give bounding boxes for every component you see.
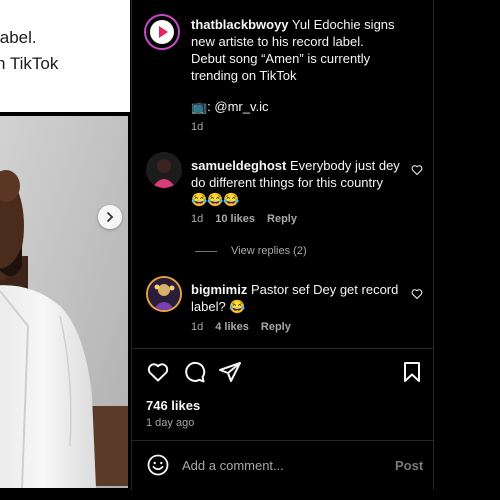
composer-divider — [132, 440, 435, 441]
caption-text: new artiste to his record label. — [191, 34, 364, 49]
comment-body: samueldeghost Everybody just dey do diff… — [191, 157, 406, 208]
caption-meta: 1d — [191, 121, 203, 133]
post-photo[interactable] — [0, 116, 128, 488]
post-date: 1 day ago — [146, 417, 195, 429]
commenter-avatar[interactable] — [146, 276, 182, 312]
author-avatar[interactable] — [144, 14, 180, 50]
replies-line — [195, 251, 217, 252]
emoji-icon[interactable] — [146, 453, 170, 477]
caption-text: Yul Edochie signs — [288, 17, 395, 32]
post-media-column: label. n TikTok — [0, 0, 130, 500]
page-background — [434, 0, 500, 500]
comment-icon[interactable] — [182, 360, 206, 384]
comment-text: Pastor sef Dey get record — [247, 282, 399, 297]
comment-likes[interactable]: 4 likes — [215, 321, 249, 333]
chevron-right-icon — [107, 212, 114, 222]
comment-username[interactable]: samueldeghost — [191, 158, 286, 173]
comment-meta: 1d 4 likes Reply — [191, 321, 291, 333]
comment-emoji: 😂😂😂 — [191, 192, 240, 207]
comment-age: 1d — [191, 321, 204, 333]
post-caption: thatblackbwoyy Yul Edochie signs new art… — [191, 16, 426, 84]
caption-text: trending on TikTok — [191, 68, 297, 83]
comment-age: 1d — [191, 213, 204, 225]
play-logo-icon — [150, 20, 174, 44]
view-replies-button[interactable]: View replies (2) — [231, 245, 307, 257]
like-comment-heart-icon[interactable] — [411, 164, 423, 176]
comment-text: Everybody just dey — [286, 158, 400, 173]
reply-button[interactable]: Reply — [267, 213, 297, 225]
avatar-image — [146, 152, 182, 188]
comment-text: do different things for this country — [191, 175, 383, 190]
commenter-avatar[interactable] — [146, 152, 182, 188]
comments-panel: thatblackbwoyy Yul Edochie signs new art… — [131, 0, 435, 490]
image-caption-line: n TikTok — [0, 54, 59, 73]
share-icon[interactable] — [218, 360, 242, 384]
heart-icon[interactable] — [146, 360, 170, 384]
comment-text: label? 😂 — [191, 299, 246, 314]
reply-button[interactable]: Reply — [261, 321, 291, 333]
post-comment-button[interactable]: Post — [395, 458, 423, 473]
actions-divider — [132, 348, 435, 349]
comment-username[interactable]: bigmimiz — [191, 282, 247, 297]
bookmark-icon[interactable] — [400, 360, 424, 384]
image-caption-card: label. n TikTok — [0, 0, 130, 112]
comment-body: bigmimiz Pastor sef Dey get record label… — [191, 281, 406, 315]
avatar-image — [148, 278, 180, 310]
likes-count[interactable]: 746 likes — [146, 398, 200, 413]
caption-age: 1d — [191, 121, 204, 133]
caption-text: Debut song “Amen” is currently — [191, 51, 371, 66]
comment-input[interactable]: Add a comment... — [182, 458, 284, 473]
comment-meta: 1d 10 likes Reply — [191, 213, 297, 225]
comment-likes[interactable]: 10 likes — [215, 213, 255, 225]
author-username[interactable]: thatblackbwoyy — [191, 17, 289, 32]
like-comment-heart-icon[interactable] — [411, 288, 423, 300]
next-image-button[interactable] — [98, 205, 122, 229]
caption-credit: 📺: @mr_v.ic — [191, 99, 269, 114]
person-illustration — [0, 116, 128, 488]
image-caption-line: label. — [0, 28, 37, 47]
